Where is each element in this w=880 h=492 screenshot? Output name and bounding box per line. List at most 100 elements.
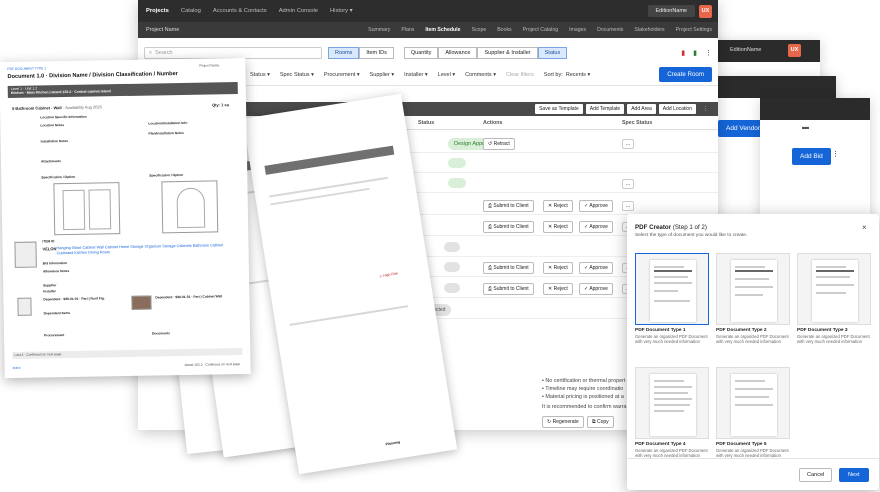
approve-button[interactable]: ✓ Approve xyxy=(579,221,613,233)
tab-scope[interactable]: Scope xyxy=(472,27,487,33)
reject-button[interactable]: ✕ Reject xyxy=(543,262,573,274)
sort-select[interactable]: Recents ▾ xyxy=(566,72,590,78)
filter-comments[interactable]: Comments ▾ xyxy=(465,72,496,78)
reject-button[interactable]: ✕ Reject xyxy=(543,221,573,233)
thumb-page xyxy=(650,374,696,436)
clear-filters[interactable]: Clear filters xyxy=(506,72,534,78)
tab-summary[interactable]: Summary xyxy=(368,27,390,33)
toggle-status[interactable]: Status xyxy=(537,47,568,59)
toggle-quantity[interactable]: Quantity xyxy=(403,47,439,59)
tab-project-catalog[interactable]: Project Catalog xyxy=(523,27,558,33)
filter-spec-status[interactable]: Spec Status ▾ xyxy=(280,72,314,78)
spec-status-menu[interactable]: ... xyxy=(622,179,635,189)
pdf-type-card-5[interactable]: PDF Document Type 5 Generate an organize… xyxy=(716,367,790,458)
reject-button[interactable]: ✕ Reject xyxy=(543,200,573,212)
spec-status-menu[interactable]: ... xyxy=(622,201,635,211)
pdf-type-card-1[interactable]: PDF Document Type 1 Generate an organize… xyxy=(635,253,709,344)
submit-to-client-button[interactable]: ⎙ Submit to Client xyxy=(483,221,534,233)
add-template-button[interactable]: Add Template xyxy=(585,104,625,114)
approve-label: Approve xyxy=(589,224,608,230)
user-badge[interactable]: UX xyxy=(788,44,801,57)
spec-status-menu[interactable]: ... xyxy=(622,139,635,149)
toggle-supplier-installer[interactable]: Supplier & Installer xyxy=(477,47,538,59)
excel-icon[interactable]: ▮ xyxy=(693,49,697,57)
tab-documents[interactable]: Documents xyxy=(597,27,623,33)
approve-button[interactable]: ✓ Approve xyxy=(579,200,613,212)
copy-label: Copy xyxy=(596,419,609,425)
pdf-type-thumbnail xyxy=(797,253,871,325)
edition-name[interactable]: EditionName xyxy=(647,5,695,17)
thumb-page xyxy=(731,374,777,436)
approve-button[interactable]: ✓ Approve xyxy=(579,283,613,295)
next-button[interactable]: Next xyxy=(839,468,869,482)
nav-projects[interactable]: Projects xyxy=(146,8,169,14)
nav-catalog[interactable]: Catalog xyxy=(181,8,201,14)
project-subnav: Project Name Summary Plans Item Schedule… xyxy=(138,22,718,38)
nav-history[interactable]: History ▾ xyxy=(330,8,353,14)
cancel-button[interactable]: Cancel xyxy=(799,468,833,482)
filter-supplier[interactable]: Supplier ▾ xyxy=(370,72,394,78)
col-actions: Actions xyxy=(483,119,503,126)
spec-option-label: Specification / Option xyxy=(41,174,76,180)
pdf-icon[interactable]: ▮ xyxy=(681,49,685,57)
toggle-rooms[interactable]: Rooms xyxy=(328,47,360,59)
tab-stakeholders[interactable]: Stakeholders xyxy=(634,27,664,33)
doc-header-left: PDF DOCUMENT TYPE 1 xyxy=(7,66,47,72)
save-as-template-button[interactable]: Save as Template xyxy=(535,104,583,114)
location-notes-label: Location Notes xyxy=(40,123,65,128)
export-icons: ▮ ▮ ⋮ xyxy=(681,49,712,57)
product-name: Hanging Glass Cabinet Wall Cabinet Home … xyxy=(56,243,224,255)
pdf-type-card-2[interactable]: PDF Document Type 2 Generate an organize… xyxy=(716,253,790,344)
filter-installer[interactable]: Installer ▾ xyxy=(404,72,428,78)
toggle-item-ids[interactable]: Item IDs xyxy=(359,47,394,59)
spec-option-label-2: Specification / Option xyxy=(149,172,184,178)
add-area-button[interactable]: Add Area xyxy=(627,104,656,114)
reject-label: Reject xyxy=(553,203,568,209)
item-availability: · Availability Aug 2025 xyxy=(62,104,102,111)
tab-books[interactable]: Books xyxy=(497,27,511,33)
add-bid-button[interactable]: Add Bid xyxy=(792,148,831,165)
more-vert-icon[interactable]: ⋮ xyxy=(832,150,839,158)
more-vert-icon[interactable]: ⋮ xyxy=(699,104,712,114)
copy-button[interactable]: ⧉ Copy xyxy=(587,416,614,428)
pdf-type-card-4[interactable]: PDF Document Type 4 Generate an organize… xyxy=(635,367,709,458)
tab-images[interactable]: Images xyxy=(569,27,586,33)
create-room-button[interactable]: Create Room xyxy=(659,67,712,82)
reject-button[interactable]: ✕ Reject xyxy=(543,283,573,295)
status-badge xyxy=(444,283,460,293)
doc-header-right: Project Name xyxy=(199,63,220,68)
search-placeholder: Search xyxy=(155,50,173,56)
dependent-thumbnail-a xyxy=(17,297,32,316)
filter-status[interactable]: Status ▾ xyxy=(250,72,270,78)
retract-button[interactable]: ↺ Retract xyxy=(483,138,515,150)
add-location-button[interactable]: Add Location xyxy=(658,104,696,114)
dependent-items-label: Dependent Items xyxy=(43,310,71,316)
filter-procurement[interactable]: Procurement ▾ xyxy=(324,72,360,78)
arched-door xyxy=(176,187,206,229)
submit-to-client-button[interactable]: ⎙ Submit to Client xyxy=(483,262,534,274)
pdf-type-card-3[interactable]: PDF Document Type 3 Generate an organize… xyxy=(797,253,871,344)
approve-button[interactable]: ✓ Approve xyxy=(579,262,613,274)
tab-item-schedule[interactable]: Item Schedule xyxy=(425,27,460,33)
col-spec-status: Spec Status xyxy=(622,119,653,126)
close-icon[interactable]: × xyxy=(862,223,867,232)
user-badge[interactable]: UX xyxy=(699,4,712,18)
doc-footer-right: Island 102.2 · Continues on next page xyxy=(184,362,241,367)
item-qty: Qty: 1 ea xyxy=(211,102,229,108)
more-vert-icon[interactable]: ⋮ xyxy=(705,49,712,57)
nav-admin-console[interactable]: Admin Console xyxy=(279,8,318,14)
pdf-type-desc: Generate an organized PDF Document with … xyxy=(635,448,708,458)
filter-level[interactable]: Level ▾ xyxy=(438,72,455,78)
nav-accounts[interactable]: Accounts & Contacts xyxy=(213,8,267,14)
folder-icon[interactable]: ▬ xyxy=(802,124,809,131)
text-line xyxy=(289,305,409,326)
ai-note-line: It is recommended to confirm warra xyxy=(542,404,627,410)
tab-project-settings[interactable]: Project Settings xyxy=(676,27,712,33)
pdf-creator-modal: PDF Creator (Step 1 of 2) Select the typ… xyxy=(627,214,879,490)
submit-to-client-button[interactable]: ⎙ Submit to Client xyxy=(483,283,534,295)
regenerate-button[interactable]: ↻ Regenerate xyxy=(542,416,584,428)
submit-to-client-button[interactable]: ⎙ Submit to Client xyxy=(483,200,534,212)
plan-install-label: Plan/Installation Notes xyxy=(148,130,184,136)
toggle-allowance[interactable]: Allowance xyxy=(438,47,478,59)
tab-plans[interactable]: Plans xyxy=(401,27,414,33)
